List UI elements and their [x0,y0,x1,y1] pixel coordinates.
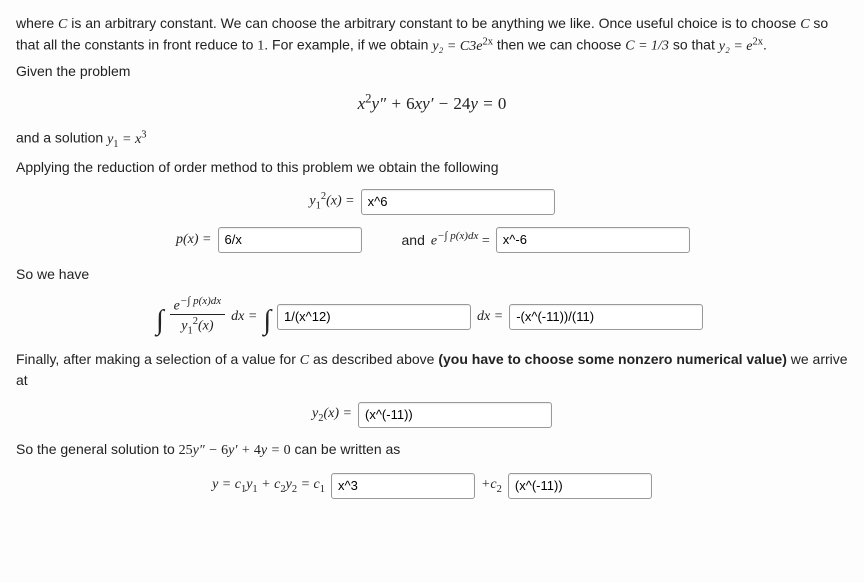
label-y1sq: y12(x) = [309,191,354,211]
integral-icon: ∫ [156,305,164,337]
var-C: C [800,17,809,32]
dx-eq: dx = [477,309,503,325]
intro-paragraph: where C is an arbitrary constant. We can… [16,14,848,56]
expr: C = 1/3 [625,39,669,54]
row-y2: y2(x) = [16,402,848,428]
expr: y₂ = e2x [719,39,763,54]
var-C: C [58,17,67,32]
input-p[interactable] [218,227,362,253]
row-gensol: y = c1y1 + c2y2 = c1 +c2 [16,473,848,499]
text: is an arbitrary constant. We can choose … [67,15,800,31]
text: . [763,37,767,53]
label-p: p(x) = [176,232,212,248]
row-p-and-exp: p(x) = and e−∫ p(x)dx = [16,227,848,253]
row-y1sq: y12(x) = [16,189,848,215]
integrand-frac: e−∫ p(x)dx y12(x) [170,295,226,338]
plus-c2: +c2 [481,477,502,495]
input-c2-term[interactable] [508,473,652,499]
text: then we can choose [493,37,625,53]
so-we-have: So we have [16,265,848,284]
input-integral-result[interactable] [509,304,703,330]
gensol-text: So the general solution to 25y″ − 6y′ + … [16,440,848,461]
and-solution: and a solution y1 = x3 [16,128,848,152]
input-integrand[interactable] [277,304,471,330]
dx-eq: dx = [231,309,257,325]
label-gensol: y = c1y1 + c2y2 = c1 [212,477,325,495]
expr: y₂ = C3e2x [432,39,493,54]
input-y2[interactable] [358,402,552,428]
ode-display: x2y″ + 6xy′ − 24y = 0 [16,91,848,114]
finally-text: Finally, after making a selection of a v… [16,350,848,390]
text: . For example, if we obtain [264,37,432,53]
applying-text: Applying the reduction of order method t… [16,158,848,177]
text: where [16,15,58,31]
given-label: Given the problem [16,62,848,81]
input-c1-term[interactable] [331,473,475,499]
text: so that [669,37,719,53]
integral-icon: ∫ [263,305,271,337]
input-exp[interactable] [496,227,690,253]
and-text: and [402,232,425,248]
input-y1sq[interactable] [361,189,555,215]
ode-eq: x2y″ + 6xy′ − 24y = 0 [358,94,507,113]
label-exp: e−∫ p(x)dx = [431,230,490,250]
label-y2: y2(x) = [312,406,352,424]
row-integral: ∫ e−∫ p(x)dx y12(x) dx = ∫ dx = [16,295,848,338]
